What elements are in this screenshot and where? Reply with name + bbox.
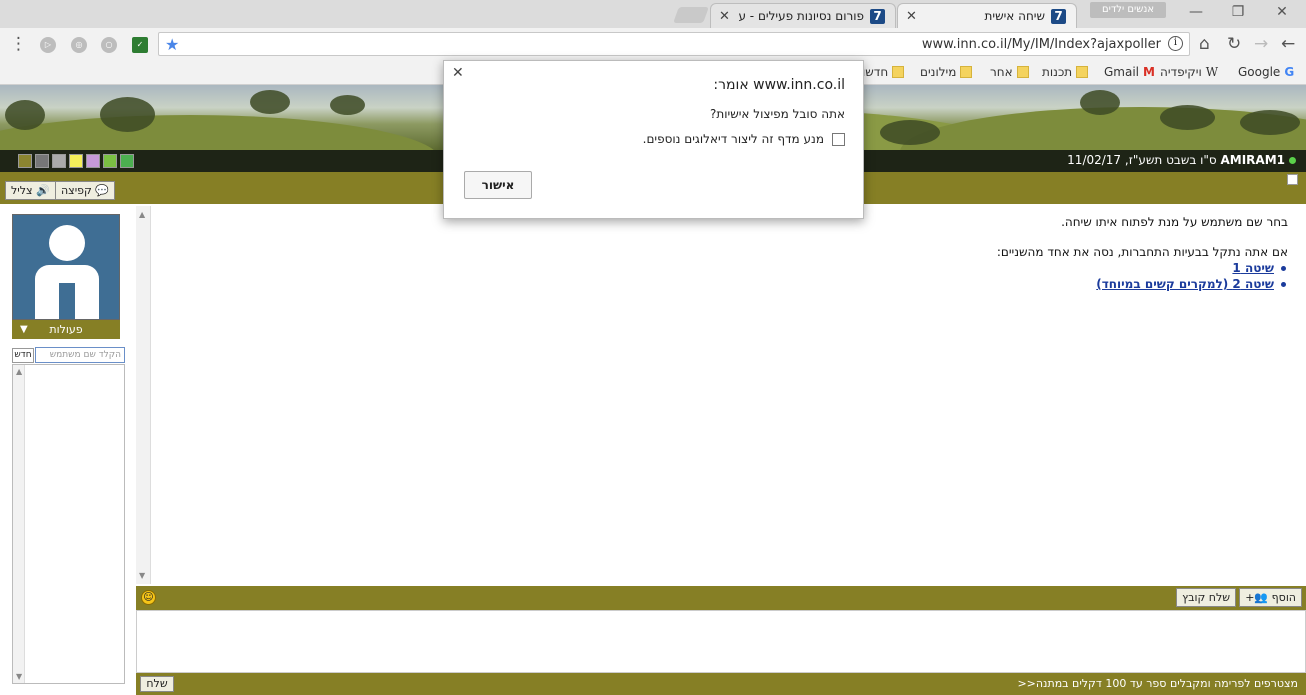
- dialog-title: www.inn.co.il אומר:: [713, 77, 845, 93]
- method-2-link[interactable]: שיטה 2 (למקרים קשים במיוחד): [1096, 277, 1274, 291]
- bookmark-google[interactable]: G Google: [1238, 65, 1294, 79]
- speaker-icon: 🔊: [36, 184, 50, 197]
- list-item: שיטה 2 (למקרים קשים במיוחד): [288, 276, 1288, 292]
- inn-favicon-icon: 7: [1051, 8, 1066, 24]
- menu-dots-icon[interactable]: ⋮: [10, 34, 27, 54]
- new-tab-button[interactable]: [673, 7, 709, 23]
- user-info: AMIRAM1 ס"ו בשבט תשע"ז, 11/02/17: [1067, 153, 1296, 167]
- avatar: [12, 214, 120, 320]
- google-icon: G: [1284, 65, 1295, 79]
- theme-swatch[interactable]: [52, 154, 66, 168]
- theme-swatch[interactable]: [103, 154, 117, 168]
- address-row: ★ www.inn.co.il/My/IM/Index?ajaxpoller i: [0, 28, 1306, 60]
- suppress-dialogs-option[interactable]: מנע מדף זה ליצור דיאלוגים נוספים.: [643, 132, 845, 146]
- user-silhouette-icon: [49, 225, 85, 261]
- method-1-link[interactable]: שיטה 1: [1232, 261, 1274, 275]
- trouble-text: אם אתה נתקל בבעיות התחברות, נסה את אחד מ…: [996, 245, 1288, 259]
- tab-forum[interactable]: 7 פורום נסיונות פעילים - ע ✕: [710, 3, 896, 28]
- current-date: ס"ו בשבט תשע"ז, 11/02/17: [1067, 153, 1217, 167]
- send-file-button[interactable]: שלח קובץ: [1176, 588, 1236, 607]
- minimize-icon[interactable]: —: [1176, 4, 1216, 24]
- tab-private-chat[interactable]: 7 שיחה אישית ✕: [897, 3, 1077, 28]
- bookmark-folder-other[interactable]: אחר: [990, 65, 1029, 79]
- folder-icon: [1076, 66, 1089, 78]
- smiley-icon[interactable]: ☺: [141, 590, 156, 605]
- close-icon[interactable]: ✕: [906, 9, 917, 24]
- popup-button[interactable]: 💬 קפיצה: [55, 181, 116, 200]
- theme-swatch[interactable]: [86, 154, 100, 168]
- new-chat-button[interactable]: חדש: [12, 348, 34, 363]
- profile-badge[interactable]: אנשים ילדים: [1090, 2, 1166, 18]
- extension-icon[interactable]: ○: [101, 37, 117, 53]
- online-status-icon: [1289, 157, 1296, 164]
- bookmark-folder-programming[interactable]: תכנות: [1042, 65, 1089, 79]
- scrollbar[interactable]: ▲ ▼: [136, 206, 151, 584]
- tab-title: שיחה אישית: [984, 9, 1045, 23]
- close-icon[interactable]: ✕: [719, 9, 730, 24]
- url-text[interactable]: www.inn.co.il/My/IM/Index?ajaxpoller: [922, 37, 1161, 52]
- theme-swatch[interactable]: [69, 154, 83, 168]
- extension-icon[interactable]: ✓: [132, 37, 148, 53]
- forward-arrow-icon[interactable]: →: [1254, 34, 1268, 54]
- composer-toolbar: ☺ הוסף 👥+ שלח קובץ: [136, 586, 1306, 610]
- username: AMIRAM1: [1220, 153, 1285, 167]
- bookmark-gmail[interactable]: M Gmail: [1104, 65, 1155, 79]
- restore-icon[interactable]: ❐: [1218, 4, 1258, 24]
- suppress-dialogs-checkbox[interactable]: [832, 132, 845, 146]
- site-info-icon[interactable]: i: [1168, 36, 1183, 51]
- folder-icon: [960, 66, 973, 78]
- ok-button[interactable]: אישור: [464, 171, 532, 199]
- theme-swatch[interactable]: [120, 154, 134, 168]
- theme-swatch[interactable]: [18, 154, 32, 168]
- dialog-message: אתה סובל מפיצול אישיות?: [710, 107, 845, 121]
- chat-footer: מצטרפים לפרימה ומקבלים ספר עד 100 דקלים …: [136, 673, 1306, 695]
- home-icon[interactable]: ⌂: [1199, 34, 1210, 54]
- extension-icon[interactable]: ▷: [40, 37, 56, 53]
- alert-dialog: ✕ www.inn.co.il אומר: אתה סובל מפיצול אי…: [443, 60, 864, 219]
- scrollbar[interactable]: ▲ ▼: [13, 365, 25, 683]
- bookmark-wikipedia[interactable]: W ויקיפדיה: [1160, 65, 1218, 79]
- bookmark-folder-news[interactable]: חדשו: [862, 65, 905, 79]
- list-item: שיטה 1: [288, 260, 1288, 276]
- triangle-down-icon: ▼: [20, 324, 28, 335]
- sound-button[interactable]: 🔊 צליל: [5, 181, 56, 200]
- speech-bubble-icon: 💬: [95, 184, 110, 197]
- add-button[interactable]: הוסף 👥+: [1239, 588, 1302, 607]
- window-close-icon[interactable]: ✕: [1262, 4, 1302, 24]
- chat-instructions: בחר שם משתמש על מנת לפתוח איתו שיחה. אם …: [288, 214, 1288, 292]
- checkbox-label: מנע מדף זה ליצור דיאלוגים נוספים.: [642, 132, 824, 146]
- extension-icon[interactable]: ◎: [71, 37, 87, 53]
- send-button[interactable]: שלח: [140, 676, 174, 692]
- message-input[interactable]: [136, 610, 1306, 673]
- user-list[interactable]: ▲ ▼: [12, 364, 125, 684]
- tab-title: פורום נסיונות פעילים - ע: [738, 9, 864, 23]
- reload-icon[interactable]: ↻: [1227, 34, 1241, 54]
- username-search-input[interactable]: הקלד שם משתמש: [35, 347, 125, 363]
- omnibox[interactable]: ★ www.inn.co.il/My/IM/Index?ajaxpoller i: [158, 32, 1190, 56]
- bookmark-folder-dictionaries[interactable]: מילונים: [920, 65, 973, 79]
- inn-favicon-icon: 7: [870, 8, 885, 24]
- toggle-checkbox[interactable]: [1287, 174, 1298, 185]
- folder-icon: [892, 66, 905, 78]
- close-icon[interactable]: ✕: [452, 65, 464, 81]
- actions-dropdown[interactable]: פעולות ▼: [12, 320, 120, 339]
- wikipedia-icon: W: [1205, 65, 1219, 79]
- back-arrow-icon[interactable]: ←: [1281, 34, 1295, 54]
- browser-titlebar: 7 שיחה אישית ✕ 7 פורום נסיונות פעילים - …: [0, 0, 1306, 28]
- folder-icon: [1016, 66, 1029, 78]
- gmail-icon: M: [1143, 65, 1155, 79]
- bookmark-star-icon[interactable]: ★: [165, 35, 179, 54]
- theme-swatch[interactable]: [35, 154, 49, 168]
- promo-text[interactable]: מצטרפים לפרימה ומקבלים ספר עד 100 דקלים …: [1017, 677, 1298, 690]
- add-user-icon: 👥+: [1245, 591, 1269, 604]
